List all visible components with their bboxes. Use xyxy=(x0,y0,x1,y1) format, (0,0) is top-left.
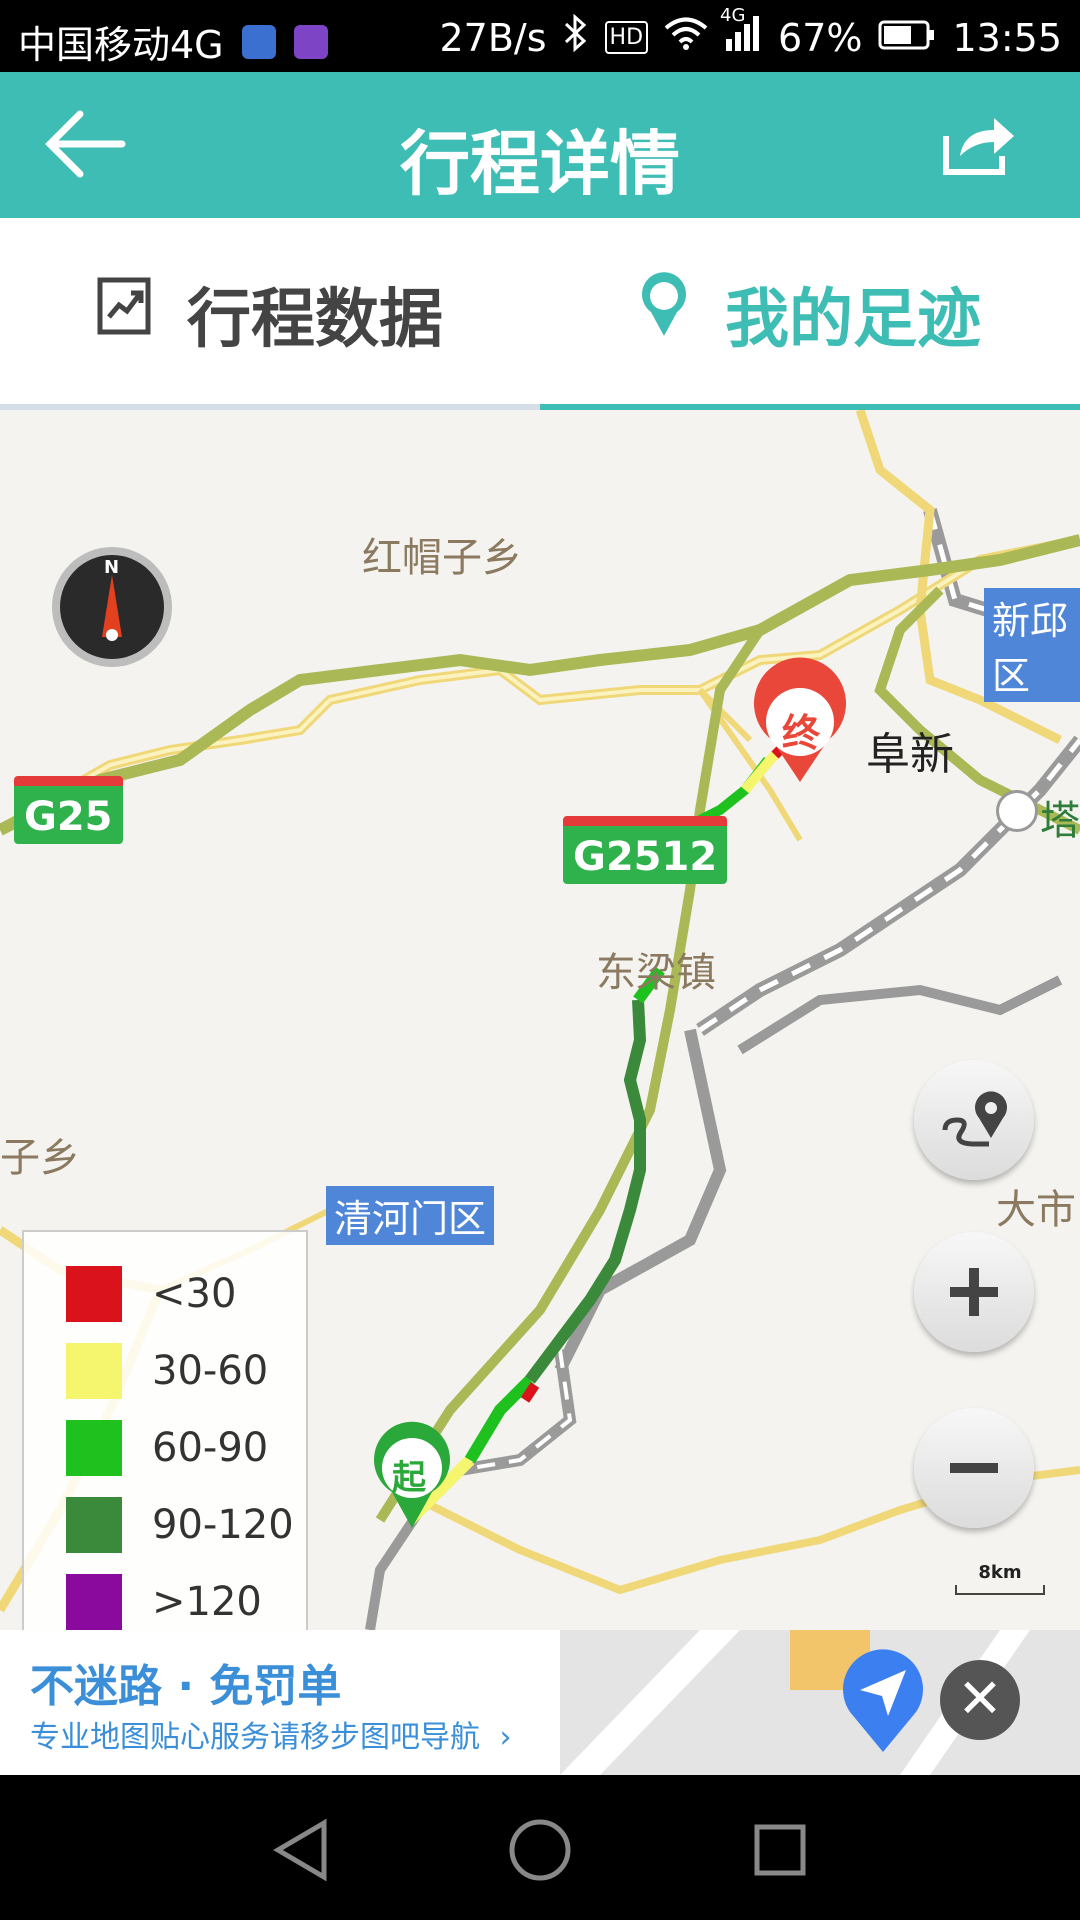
route-button[interactable] xyxy=(914,1060,1034,1180)
museum-poi-icon xyxy=(996,790,1038,832)
net-speed: 27B/s xyxy=(439,15,547,60)
status-bar: 中国移动4G 27B/s HD 4G 67% 13:55 xyxy=(0,0,1080,72)
share-button[interactable] xyxy=(940,108,1020,178)
page-title: 行程详情 xyxy=(400,123,680,205)
ad-subtitle: 专业地图贴心服务请移步图吧导航 › xyxy=(30,1712,512,1756)
navigation-arrow-icon xyxy=(838,1646,928,1756)
bluetooth-icon xyxy=(563,13,589,61)
legend-swatch xyxy=(66,1574,122,1630)
legend-item: 90-120 xyxy=(66,1497,294,1553)
map-scale-label: 8km xyxy=(978,1562,1022,1583)
tab-my-footprint[interactable]: 我的足迹 xyxy=(540,218,1080,410)
map-label-zi-xiang: 子乡 xyxy=(0,1135,80,1181)
legend-label: <30 xyxy=(152,1271,237,1317)
speed-legend: <30 30-60 60-90 90-120 >120 xyxy=(22,1230,308,1630)
zoom-in-icon xyxy=(950,1268,998,1316)
legend-swatch xyxy=(66,1420,122,1476)
end-marker-label: 终 xyxy=(782,711,821,755)
zoom-in-button[interactable] xyxy=(914,1232,1034,1352)
battery-icon xyxy=(878,16,936,60)
app-bar: 行程详情 xyxy=(0,72,1080,218)
map-view[interactable]: 起 终 红帽子乡 东梁镇 阜新 子乡 大市 塔 新邱区 清河门区 G25 G25… xyxy=(0,410,1080,1630)
nav-back-button[interactable] xyxy=(268,1815,338,1885)
ad-banner[interactable]: 不迷路 · 免罚单 专业地图贴心服务请移步图吧导航 › ✕ xyxy=(0,1630,1080,1775)
map-scale-bar xyxy=(955,1585,1045,1595)
road-shield-g2512: G2512 xyxy=(563,816,728,884)
map-label-dongliang: 东梁镇 xyxy=(596,950,716,996)
nav-home-button[interactable] xyxy=(505,1815,575,1885)
nav-recents-button[interactable] xyxy=(745,1815,815,1885)
road-shield-g25: G25 xyxy=(14,776,123,844)
nav-recents-icon xyxy=(754,1824,806,1876)
map-scale: 8km xyxy=(950,1562,1050,1595)
clock: 13:55 xyxy=(952,15,1062,60)
chevron-right-icon: › xyxy=(499,1720,512,1755)
place-label-xinqiu: 新邱区 xyxy=(984,588,1080,702)
legend-swatch xyxy=(66,1497,122,1553)
place-label-qing-district: 清河门区 xyxy=(326,1186,495,1245)
map-label-da-shi: 大市 xyxy=(996,1187,1076,1233)
signal-icon: 4G xyxy=(720,5,762,60)
wifi-icon xyxy=(664,16,708,60)
legend-label: >120 xyxy=(152,1579,262,1625)
system-nav-bar xyxy=(0,1775,1080,1920)
legend-label: 30-60 xyxy=(152,1348,269,1394)
legend-item: 60-90 xyxy=(66,1420,268,1476)
share-icon xyxy=(943,118,1014,175)
location-pin-icon xyxy=(639,272,689,356)
zoom-out-icon xyxy=(950,1463,998,1473)
legend-swatch xyxy=(66,1266,122,1322)
battery-percent: 67% xyxy=(778,15,863,60)
route-icon xyxy=(942,1091,1007,1147)
network-type: 4G xyxy=(720,5,746,26)
tab-trip-data[interactable]: 行程数据 xyxy=(0,218,540,410)
legend-item: 30-60 xyxy=(66,1343,268,1399)
chart-icon xyxy=(97,277,151,351)
map-label-ta: 塔 xyxy=(1040,798,1080,844)
start-marker-label: 起 xyxy=(392,1458,426,1498)
nav-home-icon xyxy=(509,1819,571,1881)
nav-back-icon xyxy=(273,1818,327,1882)
map-label-hongmaozi: 红帽子乡 xyxy=(362,535,522,581)
compass-north-label: N xyxy=(104,557,120,578)
tab-bar: 行程数据 我的足迹 xyxy=(0,218,1080,410)
ad-close-button[interactable]: ✕ xyxy=(940,1660,1020,1740)
legend-item: <30 xyxy=(66,1266,236,1322)
ad-title: 不迷路 · 免罚单 xyxy=(30,1661,342,1712)
tab-trip-data-label: 行程数据 xyxy=(187,283,443,357)
ad-subtitle-text: 专业地图贴心服务请移步图吧导航 xyxy=(30,1720,480,1755)
location-notification-icon xyxy=(241,24,276,59)
legend-item: >120 xyxy=(66,1574,262,1630)
zoom-out-button[interactable] xyxy=(914,1408,1034,1528)
map-label-fuxin: 阜新 xyxy=(866,729,954,780)
tab-my-footprint-label: 我的足迹 xyxy=(725,283,981,357)
gallery-notification-icon xyxy=(293,24,328,59)
hd-badge: HD xyxy=(604,21,649,54)
carrier-label: 中国移动4G xyxy=(18,23,224,67)
legend-label: 90-120 xyxy=(152,1502,294,1548)
compass-button[interactable]: N xyxy=(50,545,174,669)
legend-swatch xyxy=(66,1343,122,1399)
legend-label: 60-90 xyxy=(152,1425,269,1471)
